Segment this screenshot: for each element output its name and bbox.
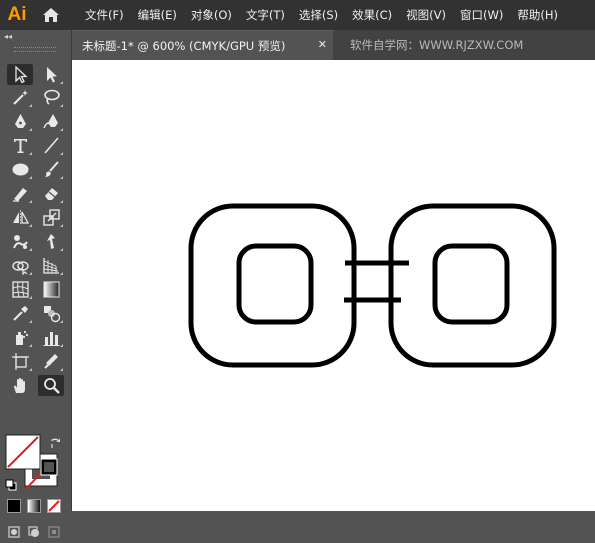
menu-window[interactable]: 窗口(W) [453, 0, 510, 30]
menu-bar: Ai 文件(F) 编辑(E) 对象(O) 文字(T) 选择(S) 效果(C) 视… [0, 0, 595, 30]
draw-normal-icon[interactable] [7, 524, 21, 538]
free-transform-tool-icon[interactable] [38, 231, 64, 252]
menu-view[interactable]: 视图(V) [399, 0, 453, 30]
right-outer-rounded-square [388, 203, 557, 368]
menu-type[interactable]: 文字(T) [239, 0, 292, 30]
app-logo: Ai [7, 4, 27, 25]
menu-edit[interactable]: 编辑(E) [131, 0, 184, 30]
selection-tool-icon[interactable] [7, 64, 33, 85]
tools-panel: ◂◂ [0, 30, 72, 538]
watermark-text: 软件自学网：WWW.RJZXW.COM [350, 38, 524, 52]
reflect-tool-icon[interactable] [7, 207, 33, 228]
direct-selection-tool-icon[interactable] [38, 64, 64, 85]
artboard-tool-icon[interactable] [7, 351, 33, 372]
menu-file[interactable]: 文件(F) [78, 0, 131, 30]
hand-tool-icon[interactable] [7, 375, 33, 396]
artwork[interactable] [72, 60, 595, 511]
blend-tool-icon[interactable] [38, 303, 64, 324]
menu-list: 文件(F) 编辑(E) 对象(O) 文字(T) 选择(S) 效果(C) 视图(V… [78, 0, 565, 30]
ellipse-tool-icon[interactable] [7, 159, 33, 180]
symbol-sprayer-tool-icon[interactable] [7, 327, 33, 348]
line-segment-tool-icon[interactable] [38, 135, 64, 156]
lasso-tool-icon[interactable] [38, 87, 64, 108]
document-tab-bar: 未标题-1* @ 600% (CMYK/GPU 预览) ✕ 软件自学网：WWW.… [72, 30, 595, 60]
swap-fill-stroke-icon[interactable] [49, 434, 62, 448]
perspective-grid-tool-icon[interactable] [38, 255, 64, 276]
magic-wand-tool-icon[interactable] [7, 87, 33, 108]
right-inner-rounded-square [432, 243, 510, 325]
eraser-tool-icon[interactable] [38, 183, 64, 204]
mesh-tool-icon[interactable] [7, 279, 33, 300]
type-tool-icon[interactable] [7, 135, 33, 156]
menu-effect[interactable]: 效果(C) [345, 0, 399, 30]
column-graph-tool-icon[interactable] [38, 327, 64, 348]
artboard-canvas[interactable] [72, 60, 595, 511]
curvature-tool-icon[interactable] [38, 111, 64, 132]
draw-inside-icon[interactable] [47, 524, 61, 538]
home-icon[interactable] [38, 4, 64, 26]
default-fill-stroke-icon[interactable] [5, 476, 17, 491]
document-tab[interactable]: 未标题-1* @ 600% (CMYK/GPU 预览) ✕ [72, 30, 333, 60]
paintbrush-tool-icon[interactable] [38, 159, 64, 180]
draw-behind-icon[interactable] [27, 524, 41, 538]
slice-tool-icon[interactable] [38, 351, 64, 372]
collapse-panel-icon[interactable]: ◂◂ [4, 32, 12, 41]
eyedropper-tool-icon[interactable] [7, 303, 33, 324]
zoom-tool-icon[interactable] [38, 375, 64, 396]
scale-tool-icon[interactable] [38, 207, 64, 228]
left-inner-rounded-square [236, 243, 314, 325]
left-outer-rounded-square [188, 203, 357, 368]
menu-select[interactable]: 选择(S) [292, 0, 345, 30]
menu-object[interactable]: 对象(O) [184, 0, 239, 30]
close-icon[interactable]: ✕ [318, 38, 327, 51]
puppet-warp-tool-icon[interactable] [7, 231, 33, 252]
shape-builder-tool-icon[interactable] [7, 255, 33, 276]
fill-swatch-none[interactable] [5, 434, 41, 470]
shaper-tool-icon[interactable] [7, 183, 33, 204]
gradient-tool-icon[interactable] [38, 279, 64, 300]
pen-tool-icon[interactable] [7, 111, 33, 132]
menu-help[interactable]: 帮助(H) [510, 0, 565, 30]
document-tab-title[interactable]: 未标题-1* @ 600% (CMYK/GPU 预览) [72, 38, 285, 54]
panel-grip[interactable] [14, 47, 56, 52]
